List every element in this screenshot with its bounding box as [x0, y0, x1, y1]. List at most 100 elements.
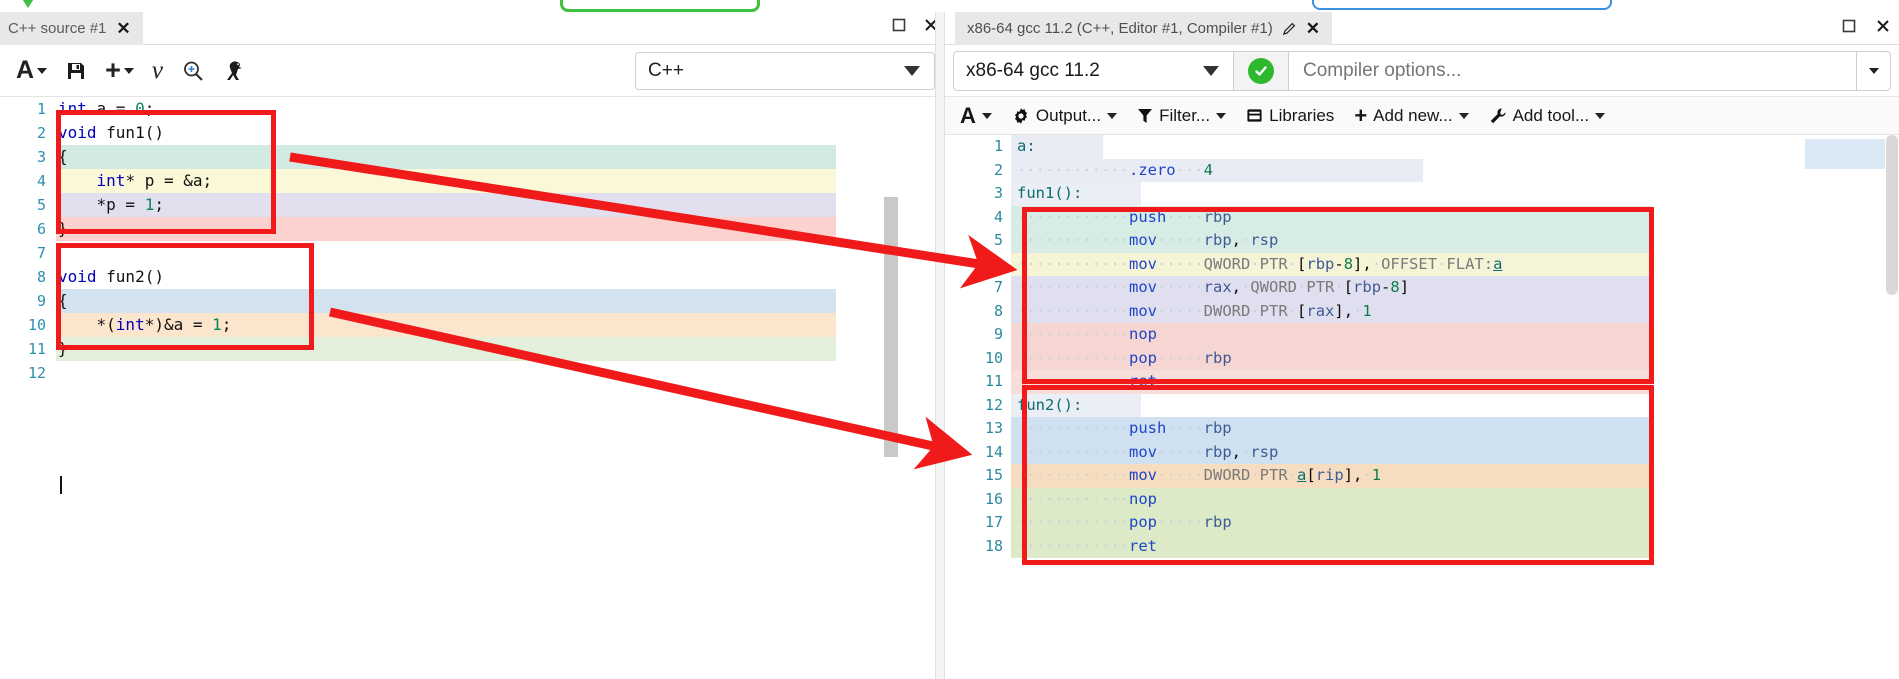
close-icon[interactable]: ✕	[116, 20, 130, 37]
source-line[interactable]: 1 int a = 0;	[0, 97, 945, 121]
assembly-line[interactable]: 9 ············nop	[945, 323, 1899, 347]
source-line-text: }	[58, 339, 68, 358]
source-line[interactable]: 3{	[0, 145, 945, 169]
compiler-tabbar: x86-64 gcc 11.2 (C++, Editor #1, Compile…	[945, 12, 1899, 45]
plus-icon: +	[105, 54, 121, 85]
assembly-line-number: 9	[993, 325, 1003, 343]
editor-toolbar: A + v C++	[0, 45, 945, 97]
compiler-tab[interactable]: x86-64 gcc 11.2 (C++, Editor #1, Compile…	[955, 12, 1332, 45]
source-line-text: {	[58, 291, 68, 310]
source-code-area[interactable]: 1 int a = 0; 2 void fun1() 3{4 int* p = &a; 5…	[0, 97, 945, 679]
assembly-line[interactable]: 8 ············mov·····DWORD·PTR·[rax],·1	[945, 299, 1899, 323]
maximize-icon[interactable]	[1841, 18, 1857, 34]
compiler-output-button[interactable]: Output...	[1009, 104, 1120, 128]
assembly-line-number: 6	[993, 254, 1003, 273]
language-select[interactable]: C++	[635, 52, 935, 90]
assembly-output-area[interactable]: 1 a: 2 ············.zero···4 3 fun1(): 4 ······…	[945, 135, 1899, 675]
save-icon	[68, 62, 85, 79]
assembly-line-number: 7	[993, 278, 1003, 296]
source-line-number: 7	[36, 244, 46, 262]
pencil-icon[interactable]	[1282, 21, 1297, 36]
find-button[interactable]	[175, 55, 211, 87]
vim-mode-button[interactable]: v	[146, 54, 169, 87]
editor-tabbar: C++ source #1 ✕	[0, 12, 945, 45]
save-button[interactable]	[59, 56, 93, 86]
source-line[interactable]: 11}	[0, 337, 945, 361]
assembly-line[interactable]: 11 ············ret	[945, 370, 1899, 394]
source-line[interactable]: 12	[0, 361, 945, 385]
vim-icon: v	[151, 57, 163, 84]
assembly-scrollbar[interactable]	[1885, 135, 1899, 675]
compiler-libraries-button[interactable]: Libraries	[1243, 104, 1337, 128]
assembly-line[interactable]: 4 ············push····rbp	[945, 205, 1899, 229]
assembly-line-text: ············mov·····DWORD·PTR·a[rip],·1	[1017, 466, 1382, 484]
source-line[interactable]: 8 void fun2()	[0, 265, 945, 289]
source-line-number: 3	[36, 148, 46, 166]
maximize-icon[interactable]	[891, 17, 907, 33]
editor-tab[interactable]: C++ source #1 ✕	[0, 12, 143, 45]
source-line-text: int a = 0;	[58, 99, 155, 118]
assembly-line[interactable]: 10 ············pop·····rbp	[945, 346, 1899, 370]
compiler-add-tool-button[interactable]: Add tool...	[1486, 104, 1609, 128]
assembly-scrollbar-thumb[interactable]	[1886, 135, 1898, 295]
assembly-line-number: 18	[984, 536, 1003, 555]
assembly-line[interactable]: 1 a:	[945, 135, 1899, 159]
source-line-highlight	[56, 337, 836, 361]
editor-scrollbar-thumb[interactable]	[884, 197, 898, 457]
chevron-down-icon	[1595, 112, 1606, 119]
assembly-line[interactable]: 13 ············push····rbp	[945, 417, 1899, 441]
source-line-text: *(int*)&a = 1;	[58, 315, 232, 334]
pane-divider[interactable]	[935, 12, 945, 679]
assembly-line[interactable]: 17 ············pop·····rbp	[945, 511, 1899, 535]
editor-tab-label: C++ source #1	[8, 19, 107, 37]
assembly-minimap[interactable]	[1805, 139, 1885, 169]
assembly-line-number: 17	[984, 513, 1003, 531]
source-line[interactable]: 4 int* p = &a;	[0, 169, 945, 193]
format-button[interactable]	[217, 55, 253, 87]
assembly-line[interactable]: 14 ············mov·····rbp,·rsp	[945, 440, 1899, 464]
assembly-line[interactable]: 15 ············mov·····DWORD·PTR·a[rip],·…	[945, 464, 1899, 488]
assembly-line-text: ············mov·····rax,·QWORD·PTR·[rbp-…	[1017, 278, 1410, 296]
add-button[interactable]: +	[99, 56, 140, 86]
compile-status-badge[interactable]	[1233, 50, 1289, 91]
compiler-font-scale-button[interactable]: A	[957, 103, 995, 129]
font-size-button[interactable]: A	[10, 54, 53, 87]
assembly-line-number: 11	[984, 372, 1003, 390]
assembly-line[interactable]: 12 fun2():	[945, 393, 1899, 417]
compiler-pane: x86-64 gcc 11.2 (C++, Editor #1, Compile…	[945, 12, 1899, 679]
close-icon[interactable]	[1875, 18, 1891, 34]
compiler-add-new-label: Add new...	[1373, 105, 1453, 125]
assembly-line[interactable]: 3 fun1():	[945, 182, 1899, 206]
source-code-lines: 1 int a = 0; 2 void fun1() 3{4 int* p = &a; 5…	[0, 97, 945, 385]
chevron-down-icon	[1868, 67, 1879, 74]
source-line[interactable]: 5 *p = 1;	[0, 193, 945, 217]
assembly-line-text: ············mov·····QWORD·PTR·[rbp-8],·O…	[1017, 254, 1503, 273]
source-line-highlight	[56, 217, 836, 241]
assembly-line-text: ············pop·····rbp	[1017, 513, 1232, 531]
source-line[interactable]: 7	[0, 241, 945, 265]
source-line[interactable]: 6}	[0, 217, 945, 241]
assembly-line-text: ············.zero···4	[1017, 160, 1213, 179]
compiler-filter-button[interactable]: Filter...	[1134, 104, 1229, 128]
compiler-options-overflow-button[interactable]	[1857, 50, 1891, 91]
assembly-line[interactable]: 18 ············ret	[945, 534, 1899, 558]
assembly-line[interactable]: 16 ············nop	[945, 487, 1899, 511]
assembly-line[interactable]: 2 ············.zero···4	[945, 158, 1899, 182]
compiler-add-new-button[interactable]: + Add new...	[1351, 104, 1471, 128]
source-line-highlight	[56, 145, 836, 169]
assembly-line[interactable]: 5 ············mov·····rbp,·rsp	[945, 229, 1899, 253]
source-line[interactable]: 2 void fun1()	[0, 121, 945, 145]
source-line[interactable]: 10 *(int*)&a = 1;	[0, 313, 945, 337]
compiler-output-label: Output...	[1035, 105, 1102, 125]
source-line[interactable]: 9{	[0, 289, 945, 313]
compiler-libraries-label: Libraries	[1269, 105, 1335, 125]
close-icon[interactable]: ✕	[1306, 19, 1320, 39]
source-line-number: 6	[36, 220, 46, 238]
compiler-select[interactable]: x86-64 gcc 11.2	[953, 50, 1233, 91]
chevron-down-icon	[1216, 112, 1227, 119]
assembly-line[interactable]: 6 ············mov·····QWORD·PTR·[rbp-8],·…	[945, 252, 1899, 276]
compiler-options-input[interactable]	[1289, 50, 1857, 91]
assembly-line-number: 2	[993, 160, 1003, 179]
assembly-line[interactable]: 7 ············mov·····rax,·QWORD·PTR·[rbp…	[945, 276, 1899, 300]
assembly-line-text: ············push····rbp	[1017, 207, 1232, 226]
